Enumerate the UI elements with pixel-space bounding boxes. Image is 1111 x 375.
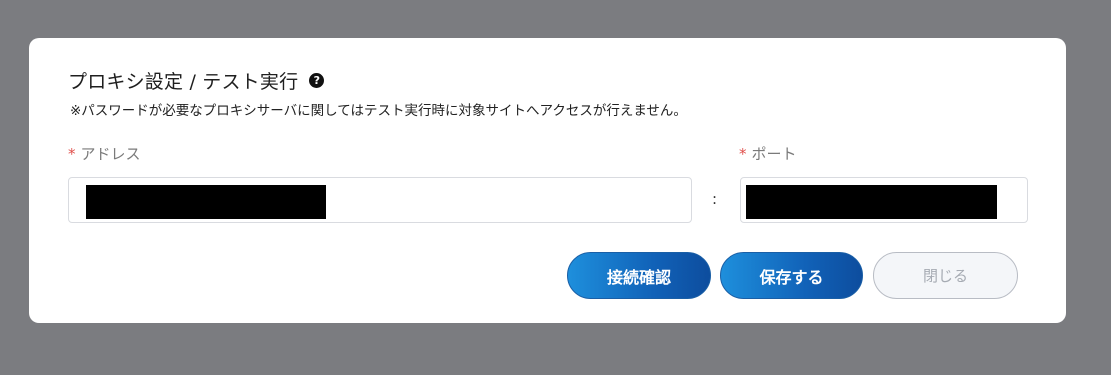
redacted-value [86,185,326,219]
save-button[interactable]: 保存する [720,252,863,299]
required-mark: * [739,145,747,163]
dialog-title: プロキシ設定 / テスト実行 [68,70,299,93]
dialog-header: プロキシ設定 / テスト実行 ? [68,66,325,94]
port-input[interactable] [740,177,1028,223]
proxy-note: ※パスワードが必要なプロキシサーバに関してはテスト実行時に対象サイトへアクセスが… [70,103,687,119]
test-connection-button[interactable]: 接続確認 [567,252,711,299]
proxy-settings-dialog: プロキシ設定 / テスト実行 ? ※パスワードが必要なプロキシサーバに関してはテ… [29,38,1066,323]
required-mark: * [68,145,76,163]
port-label: * ポート [739,143,797,164]
close-button[interactable]: 閉じる [873,252,1018,299]
question-circle-icon[interactable]: ? [309,72,325,88]
port-label-text: ポート [751,145,797,163]
address-label-text: アドレス [80,145,141,163]
redacted-value [746,185,997,219]
address-input[interactable] [68,177,692,223]
address-port-separator: : [712,190,718,208]
address-label: * アドレス [68,143,141,164]
